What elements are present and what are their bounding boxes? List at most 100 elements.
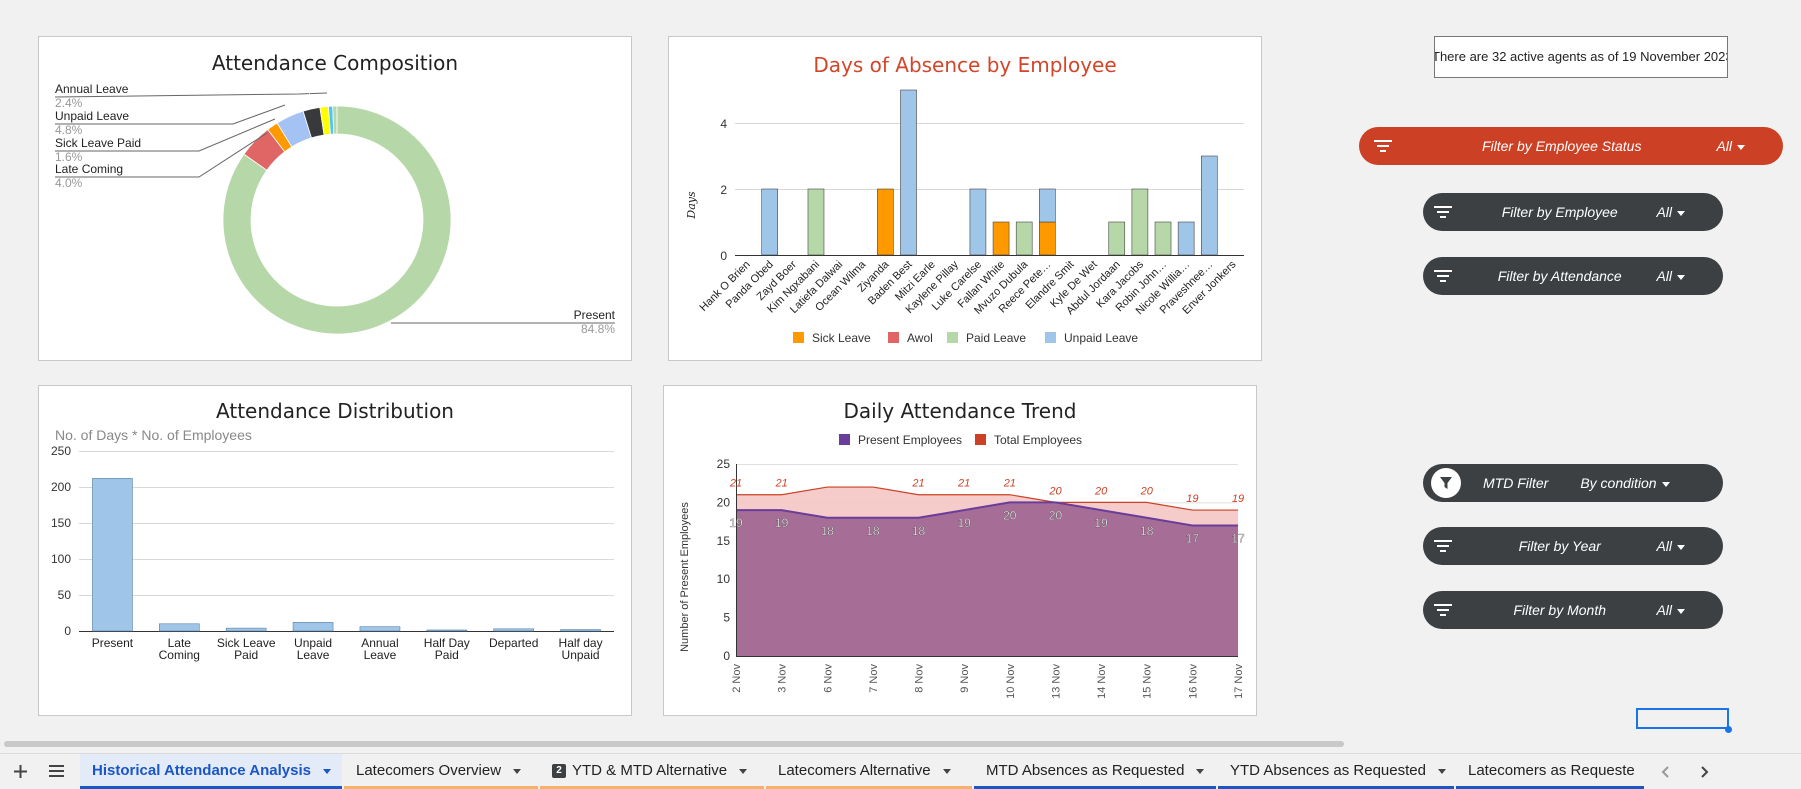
filter-value[interactable]: All <box>1656 268 1723 284</box>
x-tick-label: Paid <box>234 648 258 662</box>
legend-swatch-sick-leave <box>793 332 804 343</box>
filter-employee-status[interactable]: Filter by Employee Status All <box>1359 127 1783 165</box>
horizontal-scrollbar[interactable] <box>0 740 1801 748</box>
tab-latecomers-as-requested[interactable]: Latecomers as Requeste <box>1456 754 1644 789</box>
bar <box>92 478 133 632</box>
y-tick: 2 <box>720 183 727 197</box>
pct-annual-leave: 2.4% <box>55 96 83 110</box>
bar-unpaid-leave <box>1177 221 1195 256</box>
filter-value[interactable]: By condition <box>1580 475 1707 491</box>
data-label-present: 18 <box>821 524 835 538</box>
data-label-present: 18 <box>912 524 926 538</box>
data-label-present: 20 <box>1049 508 1063 522</box>
chevron-right-icon[interactable] <box>1695 762 1715 782</box>
chevron-left-icon[interactable] <box>1655 762 1675 782</box>
data-label-total: 20 <box>1140 485 1154 497</box>
bar <box>426 629 468 632</box>
tab-latecomers-alternative[interactable]: Latecomers Alternative <box>766 754 972 789</box>
tab-historical-attendance-analysis[interactable]: Historical Attendance Analysis <box>80 754 342 789</box>
caret-down-icon[interactable] <box>322 768 331 774</box>
bar-paid-leave <box>1154 221 1172 256</box>
y-tick: 50 <box>58 588 72 602</box>
y-axis-label: Days <box>685 191 698 220</box>
bar <box>225 627 267 632</box>
tab-ytd-mtd-alternative[interactable]: 2 YTD & MTD Alternative <box>540 754 764 789</box>
selected-cell[interactable] <box>1636 708 1729 729</box>
y-tick: 25 <box>717 457 731 471</box>
bar-unpaid-leave <box>900 89 917 256</box>
bar <box>493 628 534 632</box>
x-tick-label: Unpaid <box>562 648 600 662</box>
x-tick-label: 17 Nov <box>1233 664 1245 699</box>
data-label-present: 20 <box>1003 508 1017 522</box>
x-tick-label: 14 Nov <box>1096 664 1108 699</box>
x-tick-label: 3 Nov <box>777 664 789 693</box>
y-tick: 4 <box>720 117 727 131</box>
filter-attendance[interactable]: Filter by Attendance All <box>1423 257 1723 295</box>
plus-icon[interactable] <box>8 759 32 783</box>
tab-label: MTD Absences as Requested <box>986 762 1185 779</box>
bar-paid-leave <box>1108 221 1126 256</box>
menu-icon[interactable] <box>44 759 68 783</box>
bar <box>159 623 200 632</box>
filter-label: Filter by Employee <box>1501 204 1618 220</box>
x-tick-label: 9 Nov <box>959 664 971 693</box>
y-tick: 250 <box>51 444 71 458</box>
filter-mtd[interactable]: MTD Filter By condition <box>1423 464 1723 502</box>
filter-month[interactable]: Filter by Month All <box>1423 591 1723 629</box>
bar-sick-leave <box>1039 221 1056 256</box>
y-tick: 15 <box>717 534 731 548</box>
attendance-distribution-chart[interactable]: Attendance Distribution No. of Days * No… <box>38 385 632 716</box>
legend-label: Awol <box>907 331 933 345</box>
filter-value[interactable]: All <box>1656 602 1723 618</box>
caret-down-icon[interactable] <box>1196 768 1205 774</box>
filter-value[interactable]: All <box>1716 138 1783 154</box>
absence-by-employee-chart[interactable]: Days of Absence by Employee 0 2 4 Days H… <box>668 36 1262 361</box>
data-label-present: 17 <box>1186 531 1200 545</box>
caret-down-icon[interactable] <box>739 768 748 774</box>
filter-value[interactable]: All <box>1656 204 1723 220</box>
y-tick: 0 <box>720 249 727 263</box>
bar-unpaid-leave <box>1200 155 1218 256</box>
scrollbar-thumb[interactable] <box>4 741 1344 747</box>
caret-down-icon[interactable] <box>942 768 951 774</box>
label-annual-leave: Annual Leave <box>55 82 129 96</box>
data-label-total: 21 <box>1003 478 1016 490</box>
x-tick-label: Paid <box>435 648 459 662</box>
legend-label: Paid Leave <box>966 331 1026 345</box>
filter-year[interactable]: Filter by Year All <box>1423 527 1723 565</box>
filter-label: Filter by Month <box>1513 602 1607 618</box>
legend-swatch-unpaid-leave <box>1045 332 1056 343</box>
filter-label: MTD Filter <box>1483 475 1549 491</box>
bar <box>292 622 334 632</box>
label-present: Present <box>574 308 616 322</box>
x-tick-label: Present <box>92 636 134 650</box>
filter-value[interactable]: All <box>1656 538 1723 554</box>
bar-chart: No. of Days * No. of Employees 0 50 100 150… <box>51 427 614 662</box>
filter-employee[interactable]: Filter by Employee All <box>1423 193 1723 231</box>
stacked-bar-chart: 0 2 4 Days Hank O BrienPanda ObedZayd Bo… <box>685 89 1244 345</box>
attendance-composition-chart[interactable]: Attendance Composition Annual Leave 2.4%… <box>38 36 632 361</box>
x-tick-label: Coming <box>159 648 200 662</box>
fill-handle[interactable] <box>1725 726 1732 733</box>
tab-mtd-absences-as-requested[interactable]: MTD Absences as Requested <box>974 754 1216 789</box>
legend: Sick Leave Awol Paid Leave Unpaid Leave <box>793 331 1138 345</box>
label-sick-leave-paid: Sick Leave Paid <box>55 136 141 150</box>
bar-paid-leave <box>807 188 825 256</box>
slice-marker: + <box>279 98 284 108</box>
tab-label: Latecomers Alternative <box>778 762 931 779</box>
caret-down-icon[interactable] <box>513 768 522 774</box>
tab-ytd-absences-as-requested[interactable]: YTD Absences as Requested <box>1218 754 1454 789</box>
legend-swatch-paid-leave <box>947 332 958 343</box>
data-label-total: 19 <box>1186 493 1198 505</box>
label-unpaid-leave: Unpaid Leave <box>55 109 129 123</box>
legend-swatch-present <box>839 434 850 445</box>
x-tick-label: Leave <box>297 648 330 662</box>
daily-attendance-trend-chart[interactable]: Daily Attendance Trend Present Employees… <box>663 385 1257 716</box>
filter-list-icon <box>1423 270 1463 282</box>
caret-down-icon[interactable] <box>1437 768 1446 774</box>
tab-label: YTD & MTD Alternative <box>572 762 728 779</box>
tab-badge: 2 <box>552 764 566 779</box>
y-tick: 10 <box>717 572 731 586</box>
tab-latecomers-overview[interactable]: Latecomers Overview <box>344 754 538 789</box>
